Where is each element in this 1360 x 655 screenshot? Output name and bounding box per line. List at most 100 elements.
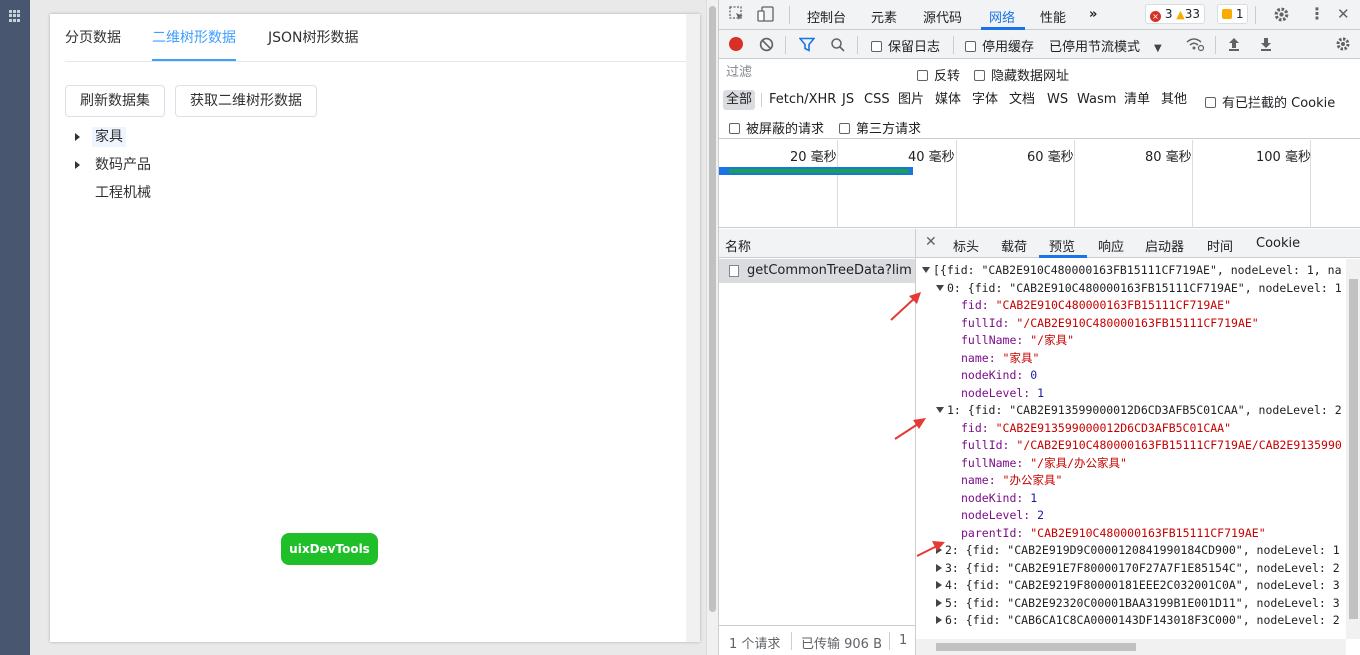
type-manifest[interactable]: 清单: [1121, 90, 1153, 110]
json-value: "/家具": [1030, 333, 1075, 347]
clear-icon[interactable]: [759, 37, 774, 52]
tab-preview[interactable]: 预览: [1049, 236, 1075, 255]
hide-data-urls-checkbox[interactable]: 隐藏数据网址: [974, 65, 1069, 84]
fetch-tree-data-button[interactable]: 获取二维树形数据: [175, 85, 317, 117]
type-media[interactable]: 媒体: [932, 90, 964, 110]
json-value: "CAB2E910C480000163FB15111CF719AE": [1030, 525, 1266, 540]
expand-right-icon[interactable]: [936, 581, 942, 589]
tree-node-digital[interactable]: 数码产品: [65, 153, 154, 177]
export-har-icon[interactable]: [1259, 36, 1273, 52]
expand-right-icon[interactable]: [936, 563, 942, 572]
type-other[interactable]: 其他: [1158, 90, 1190, 110]
timeline-label-20ms: 20 毫秒: [790, 150, 837, 165]
json-item-line[interactable]: 5: {fid: "CAB2E92320C00001BAA3199B1E001D…: [936, 595, 1340, 612]
record-icon[interactable]: [729, 37, 743, 51]
tab-console[interactable]: 控制台: [807, 7, 846, 26]
expand-down-icon[interactable]: [922, 267, 930, 273]
timeline-label-80ms: 80 毫秒: [1145, 150, 1192, 165]
tab-2d-tree-data[interactable]: 二维树形数据: [152, 26, 236, 61]
request-row[interactable]: getCommonTreeData?limi...: [719, 259, 915, 283]
expand-down-icon[interactable]: [936, 407, 944, 413]
transferred-size: 已传输 906 B: [801, 637, 882, 652]
json-item-line[interactable]: 6: {fid: "CAB6CA1C8CA0000143DF143018F3C0…: [936, 612, 1340, 629]
scrollbar-thumb[interactable]: [1349, 279, 1358, 619]
type-ws[interactable]: WS: [1044, 90, 1071, 110]
scrollbar-thumb[interactable]: [709, 6, 716, 612]
settings-gear-icon[interactable]: [1273, 6, 1290, 23]
tree-node-machinery[interactable]: 工程机械: [65, 181, 154, 205]
preserve-log-label: 保留日志: [888, 40, 941, 55]
tab-response[interactable]: 响应: [1098, 236, 1124, 255]
tab-headers[interactable]: 标头: [953, 236, 979, 255]
json-value: 1: [1037, 385, 1045, 400]
json-summary-text: 5: {fid: "CAB2E92320C00001BAA3199B1E001D…: [945, 595, 1340, 610]
scrollbar-thumb[interactable]: [936, 643, 1136, 651]
device-toggle-icon[interactable]: [757, 6, 775, 22]
tree-node-furniture[interactable]: 家具: [65, 125, 126, 149]
kebab-menu-icon[interactable]: ⋮: [1309, 4, 1325, 23]
timeline-label-40ms: 40 毫秒: [908, 150, 955, 165]
json-item-line[interactable]: 3: {fid: "CAB2E91E7F80000170F27A7F1E8515…: [936, 560, 1340, 577]
tab-sources[interactable]: 源代码: [923, 7, 962, 26]
filter-funnel-icon[interactable]: [799, 37, 815, 52]
tab-elements[interactable]: 元素: [871, 7, 897, 26]
type-js[interactable]: JS: [839, 90, 857, 110]
tab-performance[interactable]: 性能: [1040, 7, 1066, 26]
network-conditions-icon[interactable]: [1185, 37, 1205, 52]
type-img[interactable]: 图片: [895, 90, 927, 110]
type-font[interactable]: 字体: [969, 90, 1001, 110]
disable-cache-checkbox[interactable]: 停用缓存: [965, 36, 1034, 55]
json-value: 1: [1030, 490, 1038, 505]
preview-horizontal-scrollbar[interactable]: [916, 639, 1346, 655]
json-summary-text: 3: {fid: "CAB2E91E7F80000170F27A7F1E8515…: [945, 560, 1340, 575]
refresh-dataset-button[interactable]: 刷新数据集: [65, 85, 165, 117]
close-devtools-icon[interactable]: ✕: [1337, 5, 1350, 23]
type-all[interactable]: 全部: [723, 90, 756, 110]
tree-node-label: 工程机械: [95, 185, 151, 201]
type-doc[interactable]: 文档: [1006, 90, 1038, 110]
close-detail-icon[interactable]: ✕: [925, 234, 937, 250]
tab-initiator[interactable]: 启动器: [1145, 236, 1184, 255]
json-root-line[interactable]: [{fid: "CAB2E910C480000163FB15111CF719AE…: [922, 262, 1342, 279]
tab-network[interactable]: 网络: [989, 7, 1015, 26]
inspect-element-icon[interactable]: [729, 6, 745, 22]
document-icon: [729, 265, 739, 277]
tab-json-tree-data[interactable]: JSON树形数据: [268, 26, 359, 62]
invert-checkbox[interactable]: 反转: [917, 65, 960, 84]
tab-payload[interactable]: 载荷: [1001, 236, 1027, 255]
info-badge[interactable]: 1: [1217, 4, 1249, 24]
uix-devtools-button[interactable]: uixDevTools: [281, 533, 378, 565]
filter-input[interactable]: 过滤: [721, 63, 903, 83]
blocked-requests-checkbox[interactable]: 被屏蔽的请求: [729, 118, 824, 137]
network-settings-gear-icon[interactable]: [1335, 36, 1351, 52]
tab-paged-data[interactable]: 分页数据: [65, 26, 121, 62]
caret-right-icon[interactable]: [75, 161, 80, 169]
preview-vertical-scrollbar[interactable]: [1346, 259, 1360, 639]
preserve-log-checkbox[interactable]: 保留日志: [871, 36, 940, 55]
json-item-line[interactable]: 2: {fid: "CAB2E919D9C0000120841990184CD9…: [936, 542, 1340, 559]
expand-right-icon[interactable]: [936, 616, 942, 624]
json-item-line[interactable]: 1: {fid: "CAB2E913599000012D6CD3AFB5C01C…: [936, 402, 1342, 419]
network-timeline[interactable]: 20 毫秒 40 毫秒 60 毫秒 80 毫秒 100 毫秒: [719, 140, 1360, 228]
third-party-checkbox[interactable]: 第三方请求: [839, 118, 921, 137]
blocked-cookies-checkbox[interactable]: 有已拦截的 Cookie: [1205, 92, 1335, 111]
page-scrollbar[interactable]: [706, 0, 718, 655]
json-item-line[interactable]: 4: {fid: "CAB2E9219F80000181EEE2C032001C…: [936, 577, 1340, 594]
more-tabs-icon[interactable]: »: [1089, 7, 1097, 22]
name-column-header[interactable]: 名称: [725, 236, 751, 255]
expand-right-icon[interactable]: [936, 598, 942, 607]
issue-badges[interactable]: × 3 ▲33: [1145, 4, 1206, 24]
expand-down-icon[interactable]: [936, 284, 944, 291]
throttle-select[interactable]: 已停用节流模式 ▼: [1049, 36, 1162, 55]
import-har-icon[interactable]: [1227, 36, 1241, 52]
apps-grid-icon[interactable]: [9, 10, 21, 22]
tab-cookies[interactable]: Cookie: [1256, 236, 1300, 251]
json-property-line: nodeKind: 1: [961, 490, 1037, 507]
caret-right-icon[interactable]: [75, 133, 80, 141]
search-icon[interactable]: [830, 37, 846, 53]
type-wasm[interactable]: Wasm: [1074, 90, 1119, 110]
tab-timing[interactable]: 时间: [1207, 236, 1233, 255]
type-css[interactable]: CSS: [861, 90, 893, 110]
type-fetch-xhr[interactable]: Fetch/XHR: [766, 90, 839, 110]
json-item-line[interactable]: 0: {fid: "CAB2E910C480000163FB15111CF719…: [936, 280, 1342, 297]
